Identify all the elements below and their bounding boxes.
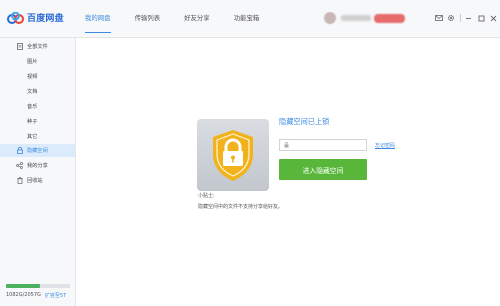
- window-controls: [433, 13, 500, 23]
- main-nav: 我的网盘 传输列表 好友分享 功能宝箱: [85, 0, 283, 38]
- sidebar-item-label: 其它: [27, 134, 38, 140]
- lock-icon: [284, 142, 289, 150]
- sidebar-item-videos[interactable]: 视频: [0, 70, 75, 83]
- sidebar: 全部文件 图片 视频 文档 音乐 种子 其它 隐藏空间 我的分享 回收站 108…: [0, 38, 76, 306]
- sidebar-item-label: 全部文件: [27, 44, 48, 50]
- maximize-icon[interactable]: [476, 13, 487, 23]
- sidebar-item-label: 回收站: [27, 178, 43, 184]
- sidebar-item-images[interactable]: 图片: [0, 55, 75, 68]
- tab-friend-share[interactable]: 好友分享: [184, 0, 210, 38]
- title-bar: 百度网盘 我的网盘 传输列表 好友分享 功能宝箱: [0, 0, 500, 38]
- sidebar-item-label: 隐藏空间: [27, 148, 48, 154]
- shield-lock-icon: [213, 130, 253, 181]
- minimize-icon[interactable]: [463, 13, 474, 23]
- close-icon[interactable]: [488, 13, 499, 23]
- cloud-logo-icon: [7, 11, 24, 24]
- sidebar-item-label: 文档: [27, 89, 38, 95]
- file-icon: [16, 43, 23, 50]
- gear-icon[interactable]: [446, 13, 457, 23]
- share-icon: [16, 162, 23, 169]
- username-redacted: [341, 15, 371, 21]
- sidebar-item-documents[interactable]: 文档: [0, 85, 75, 98]
- sidebar-item-label: 图片: [27, 59, 38, 65]
- locked-title: 隐藏空间已上锁: [279, 117, 330, 126]
- sidebar-item-label: 我的分享: [27, 163, 48, 169]
- user-area[interactable]: [324, 12, 405, 24]
- sidebar-item-label: 种子: [27, 119, 38, 125]
- storage-used-text: 1082G/2057G: [6, 292, 41, 298]
- tab-my-disk[interactable]: 我的网盘: [85, 0, 111, 38]
- lock-icon: [16, 147, 23, 154]
- password-input[interactable]: [279, 139, 367, 151]
- sidebar-item-hidden-space[interactable]: 隐藏空间: [0, 144, 75, 157]
- sidebar-item-label: 音乐: [27, 104, 38, 110]
- app-name: 百度网盘: [27, 14, 64, 24]
- sidebar-item-my-shares[interactable]: 我的分享: [0, 159, 75, 172]
- sidebar-item-recycle-bin[interactable]: 回收站: [0, 174, 75, 187]
- expand-storage-link[interactable]: 扩容至5T: [45, 292, 66, 299]
- sidebar-item-music[interactable]: 音乐: [0, 100, 75, 113]
- tip-title: 小贴士:: [198, 193, 215, 199]
- sidebar-item-label: 视频: [27, 74, 38, 80]
- mail-icon[interactable]: [433, 13, 444, 23]
- storage-progress-bar: [6, 284, 70, 288]
- tip-text: 隐藏空间中的文件不支持分享给好友。: [198, 204, 284, 210]
- sidebar-item-other[interactable]: 其它: [0, 130, 75, 143]
- hidden-space-lock-illustration: [197, 119, 269, 191]
- storage-usage: 1082G/2057G 扩容至5T: [6, 284, 70, 299]
- sidebar-item-all-files[interactable]: 全部文件: [0, 40, 75, 53]
- sidebar-item-torrents[interactable]: 种子: [0, 115, 75, 128]
- avatar[interactable]: [324, 12, 336, 24]
- forgot-password-link[interactable]: 忘记密码: [375, 142, 395, 149]
- vip-badge-redacted[interactable]: [374, 13, 405, 23]
- divider: [460, 14, 461, 22]
- enter-hidden-space-button[interactable]: 进入隐藏空间: [279, 159, 367, 180]
- tab-transfer-list[interactable]: 传输列表: [135, 0, 161, 38]
- storage-progress-fill: [6, 284, 40, 288]
- app-logo: 百度网盘: [7, 11, 64, 24]
- tab-toolbox[interactable]: 功能宝箱: [234, 0, 260, 38]
- trash-icon: [16, 177, 23, 184]
